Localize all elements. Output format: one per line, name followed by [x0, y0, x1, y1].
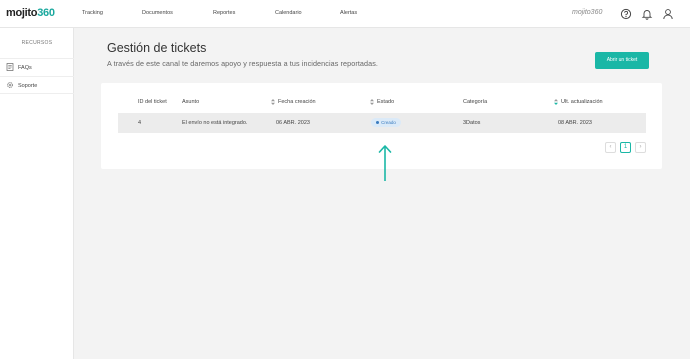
column-header-status[interactable]: Estado	[377, 99, 394, 105]
cell-created: 06 ABR. 2023	[276, 120, 310, 126]
sort-active-icon[interactable]	[554, 99, 558, 105]
sidebar-item-soporte[interactable]: Soporte	[0, 76, 74, 94]
nav-tracking[interactable]: Tracking	[82, 10, 103, 16]
nav-calendario[interactable]: Calendario	[275, 10, 302, 16]
document-icon	[6, 63, 14, 71]
pagination-next-button[interactable]: ›	[635, 142, 646, 153]
sidebar-item-faqs[interactable]: FAQs	[0, 58, 74, 76]
pagination-page-1[interactable]: 1	[620, 142, 631, 153]
column-header-category[interactable]: Categoría	[463, 99, 487, 105]
column-header-subject[interactable]: Asunto	[182, 99, 199, 105]
cell-subject: El envío no está integrado.	[182, 120, 248, 126]
cell-category: 3Datos	[463, 120, 481, 126]
arrow-up-icon	[378, 145, 392, 181]
gear-icon	[7, 82, 13, 88]
sidebar-item-label: Soporte	[18, 83, 38, 89]
logo[interactable]: mojito360	[6, 7, 55, 19]
brand-logo-small: mojito360	[572, 9, 603, 16]
column-header-updated[interactable]: Ult. actualización	[561, 99, 603, 105]
sidebar: RECURSOS FAQs Soporte	[0, 28, 74, 359]
user-icon[interactable]	[662, 8, 674, 20]
status-badge: Creado	[371, 118, 401, 127]
cell-id: 4	[138, 120, 142, 126]
status-label: Creado	[381, 120, 396, 125]
nav-reportes[interactable]: Reportes	[213, 10, 235, 16]
nav-documentos[interactable]: Documentos	[142, 10, 173, 16]
logo-accent: 360	[37, 7, 55, 19]
sidebar-item-label: FAQs	[18, 65, 32, 71]
nav-alertas[interactable]: Alertas	[340, 10, 357, 16]
page-subtitle: A través de este canal te daremos apoyo …	[107, 59, 378, 68]
open-ticket-button[interactable]: Abrir un ticket	[595, 52, 649, 69]
page-title: Gestión de tickets	[107, 41, 207, 55]
logo-main: mojito	[6, 7, 38, 19]
status-dot-icon	[376, 121, 380, 125]
pagination-prev-button[interactable]: ‹	[605, 142, 616, 153]
sort-icon[interactable]	[271, 99, 275, 105]
cell-updated: 08 ABR. 2023	[558, 120, 592, 126]
sort-icon[interactable]	[370, 99, 374, 105]
column-header-created[interactable]: Fecha creación	[278, 99, 316, 105]
sidebar-heading: RECURSOS	[21, 40, 53, 46]
bell-icon[interactable]	[641, 8, 653, 20]
help-icon[interactable]	[620, 8, 632, 20]
column-header-id[interactable]: ID del ticket	[138, 99, 167, 105]
top-navigation-bar: mojito360 Tracking Documentos Reportes C…	[0, 0, 690, 28]
